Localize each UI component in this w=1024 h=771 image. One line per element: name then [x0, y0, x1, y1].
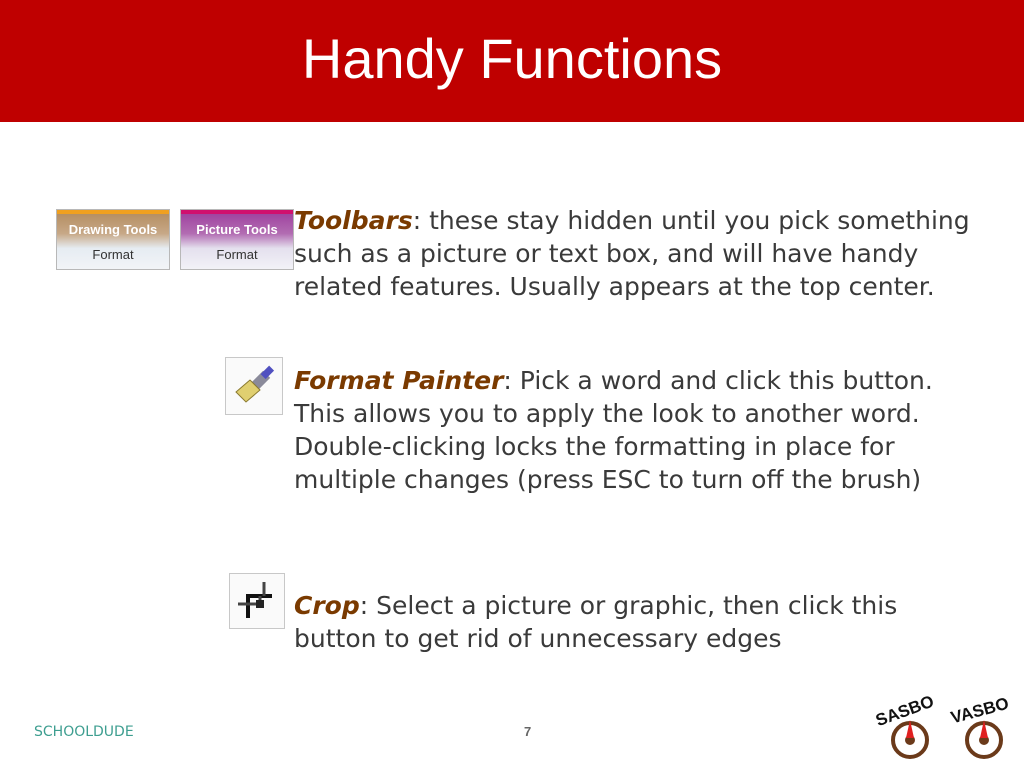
- page-number: 7: [524, 724, 532, 739]
- toolbars-paragraph: Toolbars: these stay hidden until you pi…: [294, 204, 974, 303]
- footer-label: SCHOOLDUDE: [34, 724, 134, 740]
- slide-title: Handy Functions: [301, 27, 723, 90]
- vasbo-logo: VASBO: [949, 694, 1011, 759]
- sasbo-vasbo-logos: SASBO VASBO: [870, 690, 1024, 766]
- drawing-tools-image: Drawing Tools Format: [56, 209, 170, 270]
- picture-tools-format-label: Format: [216, 247, 258, 262]
- picture-tools-label: Picture Tools: [196, 222, 278, 237]
- picture-tools-image: Picture Tools Format: [180, 209, 294, 270]
- drawing-tools-label: Drawing Tools: [68, 222, 158, 237]
- paintbrush-icon: [235, 365, 275, 403]
- crop-button-image: [229, 573, 285, 629]
- crop-icon: [238, 582, 272, 618]
- format-painter-text-2: Double-clicking locks the formatting in …: [294, 432, 922, 494]
- format-painter-button-image: [225, 357, 283, 415]
- crop-term: Crop: [294, 591, 360, 620]
- format-painter-paragraph: Format Painter: Pick a word and click th…: [294, 364, 974, 496]
- drawing-tools-format-label: Format: [92, 247, 134, 262]
- toolbars-term: Toolbars: [294, 206, 413, 235]
- crop-paragraph: Crop: Select a picture or graphic, then …: [294, 589, 974, 655]
- title-banner: Handy Functions: [0, 0, 1024, 122]
- sasbo-logo: SASBO: [873, 692, 936, 759]
- crop-text: : Select a picture or graphic, then clic…: [294, 591, 898, 653]
- format-painter-term: Format Painter: [294, 366, 504, 395]
